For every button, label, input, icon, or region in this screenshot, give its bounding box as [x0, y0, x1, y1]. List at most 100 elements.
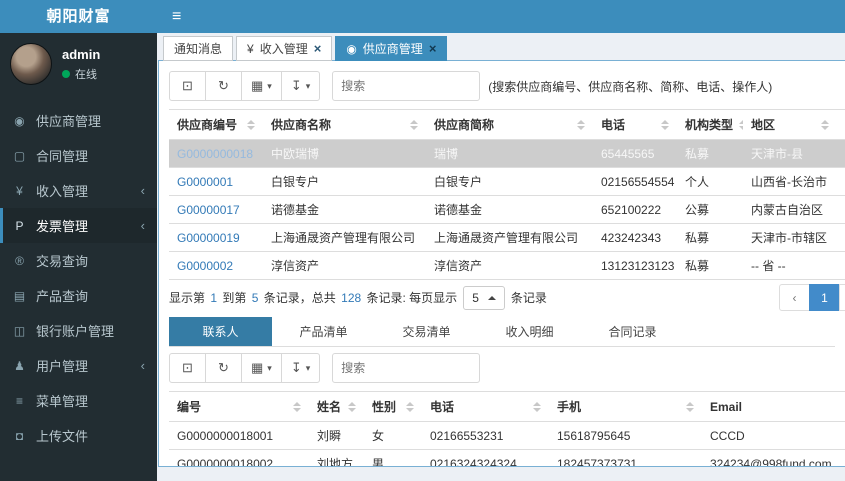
sidebar-item-transaction[interactable]: ® 交易查询: [0, 243, 157, 278]
tab-0[interactable]: 通知消息: [163, 36, 234, 61]
detail-tab-4[interactable]: 合同记录: [581, 317, 684, 346]
column-header[interactable]: 姓名: [309, 391, 364, 422]
sidebar-item-upload[interactable]: ◘ 上传文件: [0, 418, 157, 453]
refresh-button[interactable]: ↻: [205, 71, 242, 101]
pager-page-button[interactable]: 2: [839, 284, 845, 311]
tab-1[interactable]: ¥ 收入管理 ×: [236, 36, 333, 61]
supplier-panel: ⊡↻▦▾↧▾ (搜索供应商编号、供应商名称、简称、电话、操作人) 供应商编号供应…: [158, 60, 845, 467]
column-header[interactable]: 供应商编号: [169, 109, 263, 140]
refresh-icon: ↻: [218, 360, 229, 375]
column-header[interactable]: 性别: [364, 391, 422, 422]
avatar: [10, 43, 52, 85]
search-input[interactable]: [332, 71, 481, 101]
table-row[interactable]: G0000002淳信资产淳信资产13123123123私募-- 省 --admi…: [169, 251, 845, 280]
sidebar-item-label: 发票管理: [36, 219, 89, 234]
table-row[interactable]: G0000000018中欧瑞博瑞博65445565私募天津市-县admin: [169, 139, 845, 168]
row-id-link[interactable]: G00000019: [169, 223, 263, 252]
transaction-icon: ®: [15, 253, 24, 268]
toggle-button[interactable]: ⊡: [169, 353, 206, 383]
column-header[interactable]: 供应商简称: [426, 109, 593, 140]
table-cell: 13123123123: [593, 251, 677, 280]
sort-icon[interactable]: [241, 119, 255, 130]
yen-icon: ¥: [247, 41, 254, 56]
refresh-button[interactable]: ↻: [205, 353, 242, 383]
pager-prev-button[interactable]: ‹: [779, 284, 810, 311]
sort-icon[interactable]: [571, 119, 585, 130]
page-size-select[interactable]: 5: [463, 285, 505, 310]
sort-icon[interactable]: [733, 119, 743, 130]
export-button[interactable]: ↧ ▾: [280, 71, 321, 101]
info-number: 5: [251, 291, 259, 305]
sidebar-item-label: 供应商管理: [36, 114, 102, 129]
table-cell: 刘地方: [309, 449, 364, 466]
table-cell: 上海通晟资产管理有限公司: [263, 223, 426, 252]
table-row[interactable]: G0000000018002 刘地方男 0216324324324 182457373…: [169, 449, 845, 466]
row-id-link[interactable]: G0000000018: [169, 139, 263, 168]
export-button[interactable]: ↧ ▾: [280, 353, 321, 383]
columns-button[interactable]: ▦ ▾: [241, 353, 282, 383]
sidebar-item-menu[interactable]: ≡ 菜单管理: [0, 383, 157, 418]
sort-icon[interactable]: [400, 401, 414, 412]
sidebar-item-label: 菜单管理: [36, 394, 89, 409]
supplier-table-body: G0000000018中欧瑞博瑞博65445565私募天津市-县adminG00…: [169, 139, 845, 280]
sort-icon[interactable]: [342, 401, 356, 412]
toggle-button[interactable]: ⊡: [169, 71, 206, 101]
columns-icon: ▦: [251, 360, 264, 375]
table-cell: 瑞博: [426, 139, 593, 168]
column-header[interactable]: 操作人: [837, 109, 845, 140]
table-row[interactable]: G00000019 上海通晟资产管理有限公司 上海通晟资产管理有限公司 4232423…: [169, 223, 845, 252]
sidebar-item-income[interactable]: ¥ 收入管理 ‹: [0, 173, 157, 208]
sort-icon[interactable]: [287, 401, 301, 412]
tab-2[interactable]: ◉ 供应商管理 ×: [335, 36, 448, 61]
row-id-link[interactable]: G0000002: [169, 251, 263, 280]
table-row[interactable]: G00000017诺德基金诺德基金652100222公募内蒙古自治区admin: [169, 195, 845, 224]
detail-tab-label: 产品清单: [299, 325, 348, 339]
sort-icon[interactable]: [527, 401, 541, 412]
table-row[interactable]: G0000001白银专户白银专户02156554554个人山西省-长治市admi…: [169, 167, 845, 196]
sidebar-item-invoice[interactable]: P 发票管理 ‹: [0, 208, 157, 243]
sidebar-toggle-button[interactable]: ≡: [157, 0, 196, 33]
sort-icon[interactable]: [404, 119, 418, 130]
pager-page-button[interactable]: 1: [809, 284, 840, 311]
pager: ‹12: [779, 284, 845, 311]
column-label: 供应商编号: [177, 118, 238, 132]
detail-tab-2[interactable]: 交易清单: [375, 317, 478, 346]
row-id-link[interactable]: G00000017: [169, 195, 263, 224]
table-row[interactable]: G0000000018001 刘瞬女 02166553231 15618795645 C…: [169, 421, 845, 450]
sidebar-item-product[interactable]: ▤ 产品查询: [0, 278, 157, 313]
sort-icon[interactable]: [680, 401, 694, 412]
search-input[interactable]: [332, 353, 481, 383]
sidebar-item-label: 交易查询: [36, 254, 89, 269]
sidebar-item-user[interactable]: ♟ 用户管理 ‹: [0, 348, 157, 383]
columns-button[interactable]: ▦ ▾: [241, 71, 282, 101]
user-status[interactable]: 在线: [62, 66, 100, 82]
sort-icon[interactable]: [655, 119, 669, 130]
row-id-link[interactable]: G0000001: [169, 167, 263, 196]
column-header[interactable]: 供应商名称: [263, 109, 426, 140]
column-header[interactable]: 手机: [549, 391, 702, 422]
table-cell: G0000000018001: [169, 421, 309, 450]
column-header[interactable]: 地区: [743, 109, 837, 140]
detail-tab-3[interactable]: 收入明细: [478, 317, 581, 346]
sort-icon[interactable]: [815, 119, 829, 130]
detail-tab-1[interactable]: 产品清单: [272, 317, 375, 346]
sidebar-item-supplier[interactable]: ◉ 供应商管理: [0, 103, 157, 138]
menu-icon: ≡: [15, 393, 23, 408]
column-label: 地区: [751, 118, 776, 132]
column-label: 电话: [430, 400, 455, 414]
column-header[interactable]: 电话: [422, 391, 549, 422]
table-cell: 652100222: [593, 195, 677, 224]
supplier-table-header: 供应商编号 供应商名称 供应商简称 电话 机构类型 地区 操作人: [169, 109, 845, 140]
brand-logo[interactable]: 朝阳财富: [0, 0, 157, 33]
column-header[interactable]: 机构类型: [677, 109, 743, 140]
column-label: 手机: [557, 400, 582, 414]
table-cell: 423242343: [593, 223, 677, 252]
sidebar-item-contract[interactable]: ▢ 合同管理: [0, 138, 157, 173]
column-header[interactable]: 电话: [593, 109, 677, 140]
sidebar-item-bank[interactable]: ◫ 银行账户管理: [0, 313, 157, 348]
close-icon[interactable]: ×: [429, 42, 437, 55]
column-header[interactable]: 编号: [169, 391, 309, 422]
detail-tab-0[interactable]: 联系人: [169, 317, 272, 346]
sidebar: 朝阳财富 admin 在线 ◉ 供应商管理 ▢ 合同管理 ¥ 收入管理 ‹ P 发票管理 ‹ ® 交易…: [0, 0, 157, 481]
close-icon[interactable]: ×: [314, 42, 322, 55]
